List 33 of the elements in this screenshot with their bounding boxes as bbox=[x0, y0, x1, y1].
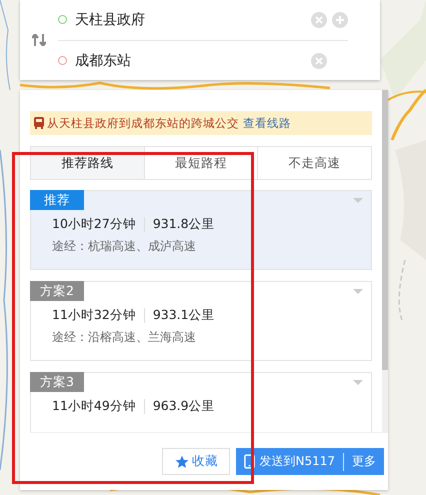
route-card[interactable]: 方案3 11小时49分钟 963.9公里 bbox=[30, 372, 372, 432]
swap-icon[interactable] bbox=[32, 34, 46, 46]
add-icon[interactable] bbox=[332, 12, 348, 28]
destination-field[interactable]: 成都东站 bbox=[75, 52, 306, 70]
route-card[interactable]: 方案2 11小时32分钟 933.1公里 途经：沿榕高速、兰海高速 bbox=[30, 281, 372, 361]
origin-marker-icon bbox=[58, 15, 67, 24]
destination-marker-icon bbox=[58, 56, 67, 65]
duration-text: 11小时49分钟 bbox=[52, 398, 136, 415]
via-text: 途经：杭瑞高速、成泸高速 bbox=[51, 238, 197, 255]
phone-icon bbox=[244, 454, 256, 469]
star-icon bbox=[174, 454, 189, 468]
distance-text: 963.9公里 bbox=[152, 398, 215, 415]
route-card[interactable]: 推荐 10小时27分钟 931.8公里 途经：杭瑞高速、成泸高速 bbox=[30, 190, 372, 270]
duration-text: 10小时27分钟 bbox=[52, 216, 136, 233]
route-tag: 方案2 bbox=[30, 281, 84, 301]
distance-text: 933.1公里 bbox=[152, 307, 215, 324]
route-tag: 推荐 bbox=[30, 190, 84, 210]
duration-text: 11小时32分钟 bbox=[52, 307, 136, 324]
clear-icon[interactable] bbox=[311, 12, 327, 28]
bus-icon bbox=[34, 117, 44, 129]
notice-text: 从天柱县政府到成都东站的跨城公交 bbox=[47, 116, 239, 130]
dropdown-icon[interactable] bbox=[353, 289, 363, 295]
route-tab[interactable]: 推荐路线 bbox=[31, 147, 144, 179]
distance-text: 931.8公里 bbox=[152, 216, 215, 233]
clear-icon[interactable] bbox=[311, 52, 327, 68]
route-tag: 方案3 bbox=[30, 372, 84, 392]
dropdown-icon[interactable] bbox=[353, 198, 363, 204]
dropdown-icon[interactable] bbox=[353, 380, 363, 386]
scrollbar-thumb[interactable] bbox=[382, 90, 388, 370]
view-route-link[interactable]: 查看线路 bbox=[243, 116, 291, 130]
via-text: 途经：沿榕高速、兰海高速 bbox=[51, 329, 197, 346]
origin-field[interactable]: 天柱县政府 bbox=[75, 10, 306, 28]
favorite-button[interactable]: 收藏 bbox=[162, 448, 230, 475]
